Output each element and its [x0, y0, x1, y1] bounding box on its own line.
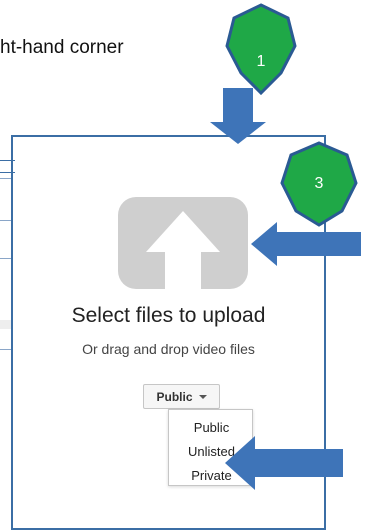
callout-number-3: 3: [314, 175, 324, 192]
left-arrow-icon: [225, 434, 355, 492]
privacy-selected-label: Public: [156, 389, 193, 404]
upload-arrow-icon[interactable]: [118, 197, 248, 289]
caret-down-icon: [198, 394, 207, 399]
upload-title: Select files to upload: [71, 304, 266, 327]
privacy-option-public[interactable]: Public: [169, 420, 254, 435]
callout-number-1: 1: [256, 53, 266, 70]
callout-badge-1: 1: [225, 3, 297, 95]
instruction-text: ht-hand corner: [0, 37, 124, 58]
left-arrow-icon: [251, 220, 361, 268]
background-divider: [0, 172, 15, 173]
upload-subtitle: Or drag and drop video files: [82, 341, 255, 357]
privacy-dropdown-button[interactable]: Public: [143, 384, 220, 409]
callout-badge-3: 3: [280, 141, 358, 227]
down-arrow-icon: [208, 88, 268, 144]
background-divider: [0, 160, 15, 161]
